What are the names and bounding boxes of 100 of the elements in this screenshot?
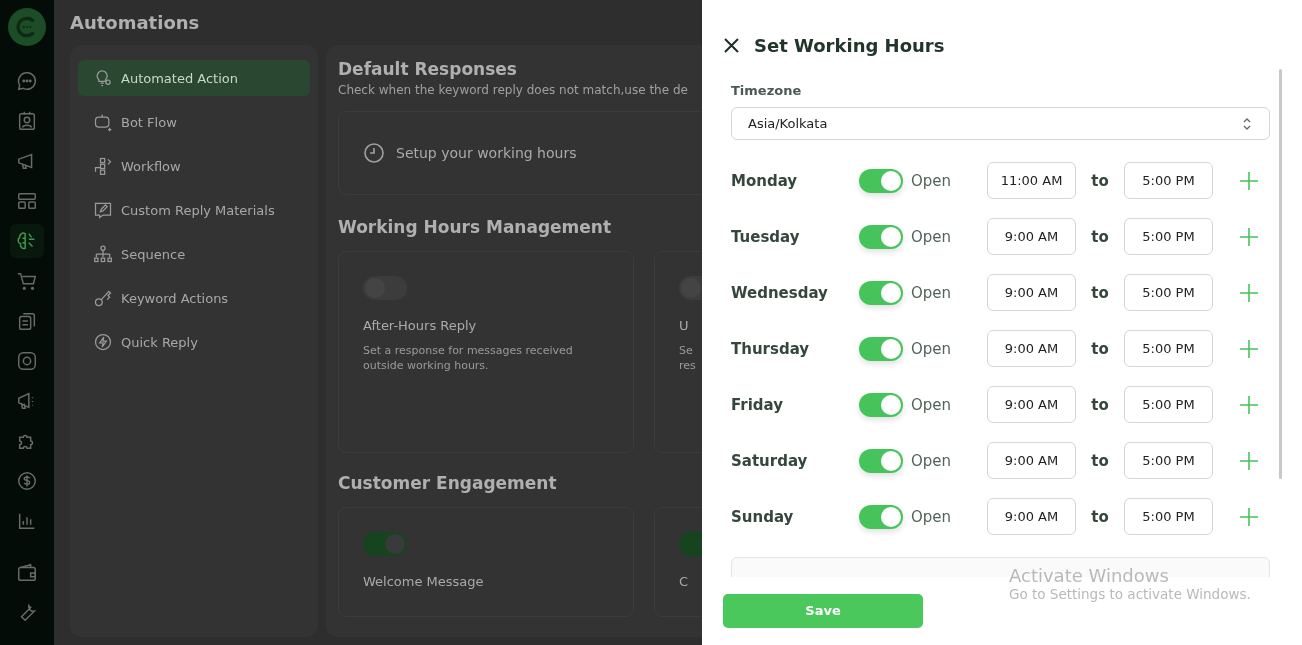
page-title: Automations — [70, 12, 201, 33]
time-field[interactable]: 9:00 AM — [987, 274, 1076, 312]
notice-title: Activate Windows — [1009, 565, 1170, 586]
edit-message-icon — [93, 200, 113, 220]
workflow-icon — [93, 156, 113, 176]
toggle-switch[interactable] — [363, 532, 407, 556]
section-title: Customer Engagement — [338, 473, 558, 493]
section-title: Working Hours Management — [338, 217, 613, 237]
add-icon[interactable] — [1239, 394, 1259, 415]
time-field[interactable]: 11:00 AM — [987, 162, 1076, 200]
time-field[interactable]: 9:00 AM — [987, 386, 1076, 424]
toggle-switch[interactable] — [859, 392, 903, 417]
add-icon[interactable] — [1239, 226, 1259, 247]
separator-label: to — [1090, 227, 1110, 246]
status-label: Open — [911, 171, 953, 190]
separator-label: to — [1090, 395, 1110, 414]
toggle-switch[interactable] — [859, 280, 903, 305]
card-description: Set a response for messages received outside working hours. — [363, 343, 574, 374]
documents-icon — [16, 310, 38, 332]
time-field[interactable]: 9:00 AM — [987, 498, 1076, 536]
day-label: Saturday — [731, 451, 809, 470]
toggle-switch[interactable] — [859, 504, 903, 529]
logo-icon — [8, 8, 46, 46]
menu-label: Automated Action — [121, 70, 238, 86]
add-icon[interactable] — [1239, 506, 1259, 527]
status-label: Open — [911, 339, 953, 358]
time-field[interactable]: 5:00 PM — [1124, 218, 1213, 256]
menu-item[interactable]: Automated Action — [78, 60, 310, 96]
separator-label: to — [1090, 171, 1110, 190]
time-field[interactable]: 5:00 PM — [1124, 330, 1213, 368]
menu-item[interactable]: Sequence — [78, 236, 310, 272]
toggle-switch[interactable] — [859, 168, 903, 193]
section-title: Default Responses — [338, 59, 518, 79]
menu-label: Keyword Actions — [121, 290, 229, 306]
hierarchy-icon — [93, 244, 113, 264]
day-label: Friday — [731, 395, 784, 414]
day-label: Monday — [731, 171, 799, 190]
notice-text: Go to Settings to activate Windows. — [1009, 586, 1251, 602]
day-label: Tuesday — [731, 227, 801, 246]
separator-label: to — [1090, 339, 1110, 358]
card-title: After-Hours Reply — [363, 318, 478, 333]
dollar-icon — [16, 470, 38, 492]
chat-icon — [16, 70, 38, 92]
separator-label: to — [1090, 283, 1110, 302]
menu-label: Bot Flow — [121, 114, 177, 130]
camera-icon — [16, 350, 38, 372]
toggle-switch[interactable] — [859, 336, 903, 361]
add-icon[interactable] — [1239, 338, 1259, 359]
menu-item[interactable]: Bot Flow — [78, 104, 310, 140]
timezone-select[interactable]: Asia/Kolkata — [731, 107, 1270, 141]
menu-item[interactable]: Workflow — [78, 148, 310, 184]
close-button[interactable] — [723, 37, 740, 55]
field-label: Timezone — [731, 83, 803, 99]
bot-icon — [93, 112, 113, 132]
nav-item[interactable] — [10, 224, 44, 258]
key-icon — [93, 288, 113, 308]
menu-item[interactable]: Keyword Actions — [78, 280, 310, 316]
separator-label: to — [1090, 507, 1110, 526]
time-field[interactable]: 5:00 PM — [1124, 162, 1213, 200]
menu-label: Workflow — [121, 158, 181, 174]
clock-icon — [362, 141, 386, 165]
day-label: Wednesday — [731, 283, 829, 302]
time-field[interactable]: 9:00 AM — [987, 218, 1076, 256]
add-icon[interactable] — [1239, 450, 1259, 471]
lightning-icon — [93, 332, 113, 352]
status-label: Open — [911, 227, 953, 246]
menu-label: Quick Reply — [121, 334, 198, 350]
menu-label: Custom Reply Materials — [121, 202, 275, 218]
card-title: Welcome Message — [363, 574, 485, 589]
time-field[interactable]: 5:00 PM — [1124, 386, 1213, 424]
contact-card-icon — [16, 110, 38, 132]
drawer-title: Set Working Hours — [754, 35, 945, 57]
working-hours-link: Setup your working hours — [396, 145, 577, 161]
time-field[interactable]: 9:00 AM — [987, 442, 1076, 480]
add-icon[interactable] — [1239, 282, 1259, 303]
wallet-icon — [16, 562, 38, 584]
status-label: Open — [911, 507, 953, 526]
card-title: U — [679, 318, 690, 333]
section-subtitle: Check when the keyword reply does not match,use the de — [338, 83, 689, 97]
chevron-icon — [1241, 116, 1253, 131]
time-field[interactable]: 5:00 PM — [1124, 274, 1213, 312]
time-field[interactable]: 5:00 PM — [1124, 442, 1213, 480]
card-description: Se res — [679, 343, 697, 374]
day-label: Sunday — [731, 507, 795, 526]
time-field[interactable]: 9:00 AM — [987, 330, 1076, 368]
menu-item[interactable]: Custom Reply Materials — [78, 192, 310, 228]
time-field[interactable]: 5:00 PM — [1124, 498, 1213, 536]
status-label: Open — [911, 283, 953, 302]
day-label: Thursday — [731, 339, 811, 358]
card-title: C — [679, 574, 690, 589]
separator-label: to — [1090, 451, 1110, 470]
toggle-switch[interactable] — [859, 224, 903, 249]
cart-icon — [16, 270, 38, 292]
toggle-switch[interactable] — [859, 448, 903, 473]
add-icon[interactable] — [1239, 170, 1259, 191]
status-label: Open — [911, 395, 953, 414]
menu-item[interactable]: Quick Reply — [78, 324, 310, 360]
status-label: Open — [911, 451, 953, 470]
layout-icon — [16, 190, 38, 212]
menu-label: Sequence — [121, 246, 186, 262]
